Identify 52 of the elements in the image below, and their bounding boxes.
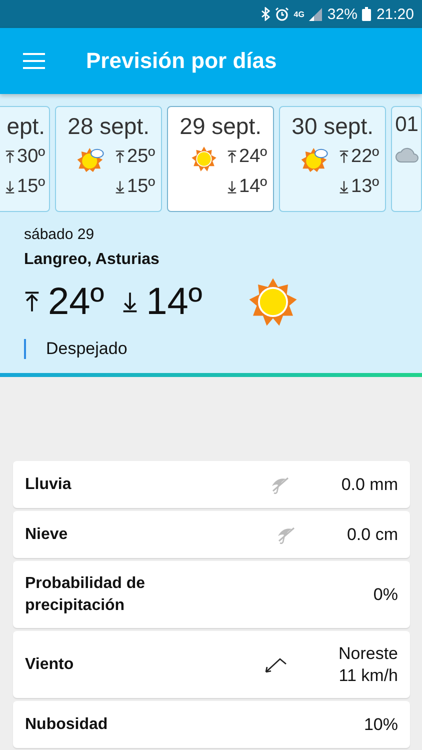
umbrella-off-icon xyxy=(269,474,292,494)
detail-label: Nubosidad xyxy=(25,714,109,734)
sun-icon xyxy=(191,146,217,172)
day-card[interactable]: 28 sept. 25º 15º xyxy=(55,106,162,212)
low-temperature: 15º xyxy=(127,176,156,198)
detail-label: Viento xyxy=(25,654,75,674)
detail-label: Probabilidad de precipitación xyxy=(25,574,146,616)
arrow-up-icon xyxy=(227,150,237,164)
condition-text: Despejado xyxy=(24,339,398,359)
wind-direction-icon xyxy=(264,656,288,674)
low-temperature: 14º xyxy=(239,176,268,198)
bluetooth-icon xyxy=(260,7,270,21)
network-type: 4G xyxy=(294,10,304,18)
arrow-down-icon xyxy=(227,180,237,194)
low-temperature: 14º xyxy=(146,280,202,324)
day-label: sábado 29 xyxy=(24,226,96,243)
day-card[interactable]: ept. 30º 15º xyxy=(0,106,50,212)
high-temperature: 30º xyxy=(17,146,46,168)
app-title: Previsión por días xyxy=(86,48,277,74)
detail-value: 0% xyxy=(373,584,398,606)
detail-value: 0.0 mm xyxy=(341,474,398,496)
detail-value: 10% xyxy=(364,714,398,736)
arrow-up-icon xyxy=(115,150,125,164)
high-temperature: 24º xyxy=(239,146,268,168)
arrow-down-icon xyxy=(5,180,15,194)
sun-cloud-icon xyxy=(301,146,329,172)
arrow-up-icon xyxy=(339,150,349,164)
signal-icon xyxy=(309,8,322,20)
high-temperature: 22º xyxy=(351,146,380,168)
arrow-down-icon xyxy=(115,180,125,194)
clock: 21:20 xyxy=(376,6,414,22)
sun-cloud-icon xyxy=(77,146,105,172)
detail-label: Lluvia xyxy=(25,474,72,494)
day-card[interactable]: 30 sept. 22º 13º xyxy=(279,106,386,212)
detail-value: Noreste 11 km/h xyxy=(338,642,398,686)
battery-icon xyxy=(362,7,372,21)
day-card[interactable]: 29 sept. 24º 14º xyxy=(167,106,274,212)
alarm-icon xyxy=(274,7,289,21)
arrow-down-icon xyxy=(122,290,138,314)
high-temperature: 24º xyxy=(48,280,104,324)
arrow-down-icon xyxy=(339,180,349,194)
sun-icon xyxy=(248,277,298,327)
detail-value: 0.0 cm xyxy=(346,524,398,546)
location-name: Langreo, Asturias xyxy=(24,251,160,269)
battery-level: 32% xyxy=(327,6,358,22)
detail-label: Nieve xyxy=(25,524,69,544)
arrow-up-icon xyxy=(5,150,15,164)
high-temperature: 25º xyxy=(127,146,156,168)
day-card[interactable]: 01 xyxy=(391,106,422,212)
low-temperature: 13º xyxy=(351,176,380,198)
low-temperature: 15º xyxy=(17,176,46,198)
arrow-up-icon xyxy=(24,290,40,314)
